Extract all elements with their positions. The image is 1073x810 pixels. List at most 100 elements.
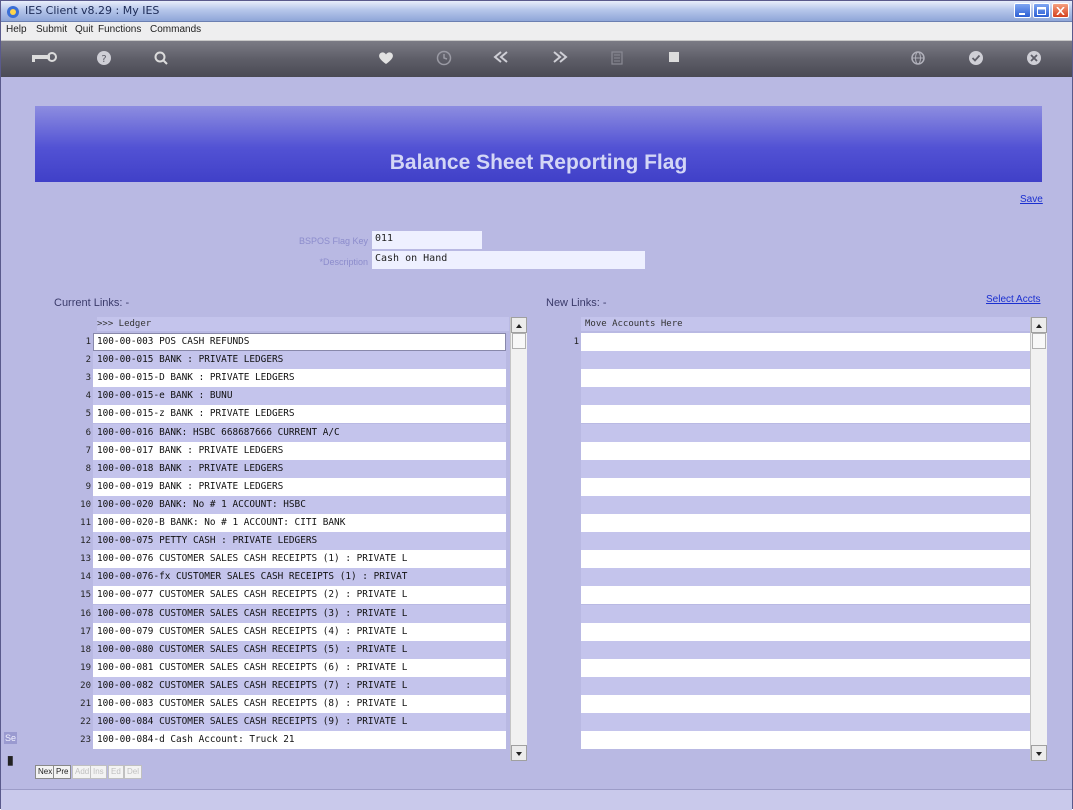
ledger-account-cell[interactable]: 100-00-015-e BANK : BUNU [93,387,506,406]
help-icon[interactable]: ? [89,50,119,68]
stop-icon[interactable] [659,50,689,68]
ledger-row[interactable]: 10 100-00-020 BANK: No # 1 ACCOUNT: HSBC [53,495,510,514]
ledger-row[interactable]: 11 100-00-020-B BANK: No # 1 ACCOUNT: CIT… [53,514,510,532]
menu-submit[interactable]: Submit [36,24,67,35]
ledger-row[interactable]: 23 100-00-084-d Cash Account: Truck 21 [53,731,510,750]
new-link-cell[interactable] [581,622,1030,641]
close-icon[interactable] [1019,50,1049,68]
new-link-row[interactable] [541,351,1030,370]
clock-icon[interactable] [429,50,459,68]
new-link-cell[interactable] [581,477,1030,496]
ledger-row[interactable]: 8 100-00-018 BANK : PRIVATE LEDGERS [53,459,510,478]
ledger-row[interactable]: 4 100-00-015-e BANK : BUNU [53,387,510,406]
ledger-row[interactable]: 7 100-00-017 BANK : PRIVATE LEDGERS [53,441,510,460]
new-link-cell[interactable] [581,387,1030,406]
ledger-account-cell[interactable]: 100-00-080 CUSTOMER SALES CASH RECEIPTS … [93,640,506,659]
ledger-account-cell[interactable]: 100-00-076-fx CUSTOMER SALES CASH RECEIP… [93,568,506,587]
new-link-cell[interactable] [581,351,1030,370]
menu-quit[interactable]: Quit [75,24,93,35]
nav-button-ed[interactable]: Ed [108,765,124,779]
scroll-down-button[interactable] [1031,745,1047,761]
new-link-row[interactable] [541,568,1030,587]
new-link-row[interactable] [541,405,1030,424]
new-link-row[interactable] [541,459,1030,478]
new-link-cell[interactable] [581,640,1030,659]
new-link-row[interactable] [541,622,1030,641]
ledger-row[interactable]: 17 100-00-079 CUSTOMER SALES CASH RECEIPT… [53,622,510,641]
scroll-up-button[interactable] [511,317,527,333]
scroll-up-button[interactable] [1031,317,1047,333]
new-link-row[interactable] [541,532,1030,551]
new-link-cell[interactable] [581,495,1030,514]
new-link-cell[interactable] [581,459,1030,478]
scroll-thumb[interactable] [512,333,526,349]
ledger-row[interactable]: 14 100-00-076-fx CUSTOMER SALES CASH RECE… [53,568,510,587]
ledger-account-cell[interactable]: 100-00-020-B BANK: No # 1 ACCOUNT: CITI … [93,514,506,532]
new-link-row[interactable] [541,477,1030,496]
ledger-row[interactable]: 6 100-00-016 BANK: HSBC 668687666 CURRENT… [53,423,510,442]
ledger-row[interactable]: 3 100-00-015-D BANK : PRIVATE LEDGERS [53,369,510,388]
new-link-cell[interactable] [581,405,1030,424]
maximize-button[interactable] [1033,3,1050,18]
new-link-row[interactable] [541,550,1030,569]
ledger-account-cell[interactable]: 100-00-017 BANK : PRIVATE LEDGERS [93,441,506,460]
new-link-row[interactable] [541,658,1030,677]
description-input[interactable]: Cash on Hand [372,251,645,269]
new-link-row[interactable] [541,514,1030,532]
new-link-cell[interactable] [581,514,1030,532]
new-link-row[interactable] [541,495,1030,514]
scroll-down-button[interactable] [511,745,527,761]
new-link-cell[interactable] [581,731,1030,750]
move-accounts-header[interactable]: Move Accounts Here [581,317,1034,331]
new-link-row[interactable] [541,695,1030,713]
ledger-account-cell[interactable]: 100-00-015 BANK : PRIVATE LEDGERS [93,351,506,370]
new-link-cell[interactable] [581,676,1030,695]
current-links-scrollbar[interactable] [510,317,527,761]
ledger-account-cell[interactable]: 100-00-020 BANK: No # 1 ACCOUNT: HSBC [93,495,506,514]
ledger-row[interactable]: 9 100-00-019 BANK : PRIVATE LEDGERS [53,477,510,496]
ledger-row[interactable]: 13 100-00-076 CUSTOMER SALES CASH RECEIPT… [53,550,510,569]
ledger-row[interactable]: 16 100-00-078 CUSTOMER SALES CASH RECEIPT… [53,604,510,623]
list-icon[interactable] [602,50,632,68]
flag-key-input[interactable]: 011 [372,231,482,249]
nav-button-pre[interactable]: Pre [53,765,72,779]
ledger-column-header[interactable]: >>> Ledger [97,317,509,331]
new-link-row[interactable] [541,731,1030,750]
menu-functions[interactable]: Functions [98,24,141,35]
new-link-cell[interactable] [581,333,1030,351]
new-link-row[interactable] [541,423,1030,442]
minimize-button[interactable] [1014,3,1031,18]
new-link-cell[interactable] [581,695,1030,713]
new-link-cell[interactable] [581,604,1030,623]
ledger-account-cell[interactable]: 100-00-084 CUSTOMER SALES CASH RECEIPTS … [93,713,506,732]
nav-button-ins[interactable]: Ins [90,765,107,779]
ledger-row[interactable]: 22 100-00-084 CUSTOMER SALES CASH RECEIPT… [53,713,510,732]
ledger-row[interactable]: 15 100-00-077 CUSTOMER SALES CASH RECEIPT… [53,586,510,605]
scroll-thumb[interactable] [1032,333,1046,349]
new-links-scrollbar[interactable] [1030,317,1047,761]
new-link-row[interactable] [541,604,1030,623]
ledger-account-cell[interactable]: 100-00-077 CUSTOMER SALES CASH RECEIPTS … [93,586,506,605]
ledger-row[interactable]: 19 100-00-081 CUSTOMER SALES CASH RECEIPT… [53,658,510,677]
ledger-account-cell[interactable]: 100-00-015-z BANK : PRIVATE LEDGERS [93,405,506,424]
new-link-row[interactable] [541,369,1030,388]
ledger-account-cell[interactable]: 100-00-075 PETTY CASH : PRIVATE LEDGERS [93,532,506,551]
new-link-cell[interactable] [581,568,1030,587]
new-link-cell[interactable] [581,658,1030,677]
new-link-row[interactable] [541,387,1030,406]
new-link-row[interactable] [541,586,1030,605]
ledger-account-cell[interactable]: 100-00-079 CUSTOMER SALES CASH RECEIPTS … [93,622,506,641]
close-window-button[interactable] [1052,3,1069,18]
new-link-row[interactable] [541,640,1030,659]
new-link-cell[interactable] [581,713,1030,732]
fast-forward-icon[interactable] [545,50,575,68]
new-link-row[interactable] [541,676,1030,695]
ledger-account-cell[interactable]: 100-00-083 CUSTOMER SALES CASH RECEIPTS … [93,695,506,713]
ledger-account-cell[interactable]: 100-00-081 CUSTOMER SALES CASH RECEIPTS … [93,658,506,677]
key-icon[interactable] [29,50,59,68]
ledger-account-cell[interactable]: 100-00-003 POS CASH REFUNDS [93,333,506,351]
ledger-row[interactable]: 5 100-00-015-z BANK : PRIVATE LEDGERS [53,405,510,424]
new-link-cell[interactable] [581,441,1030,460]
new-link-cell[interactable] [581,423,1030,442]
ledger-row[interactable]: 20 100-00-082 CUSTOMER SALES CASH RECEIPT… [53,676,510,695]
